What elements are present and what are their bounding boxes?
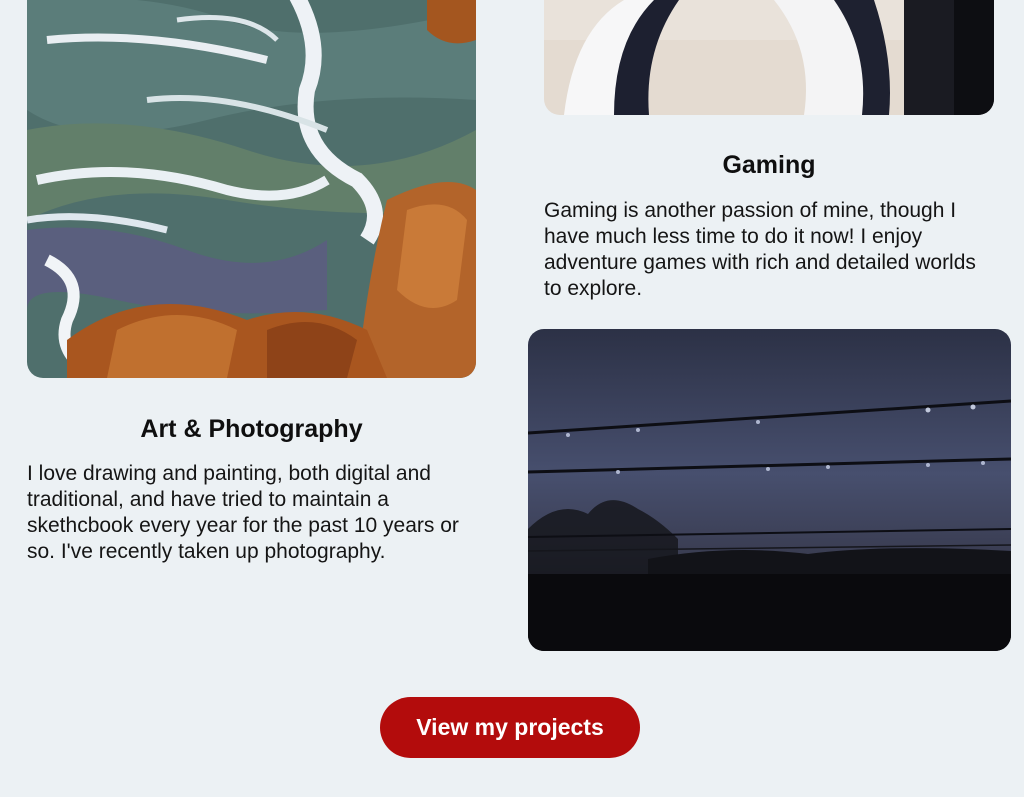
gaming-description: Gaming is another passion of mine, thoug…	[544, 199, 976, 300]
view-projects-button[interactable]: View my projects	[380, 697, 640, 758]
art-photography-heading: Art & Photography	[140, 415, 363, 443]
game-controller-image	[544, 0, 994, 115]
gaming-heading: Gaming	[722, 151, 816, 179]
wires-photo-image	[528, 329, 1011, 651]
art-painting-image	[27, 0, 476, 378]
art-photography-description: I love drawing and painting, both digita…	[27, 462, 459, 563]
